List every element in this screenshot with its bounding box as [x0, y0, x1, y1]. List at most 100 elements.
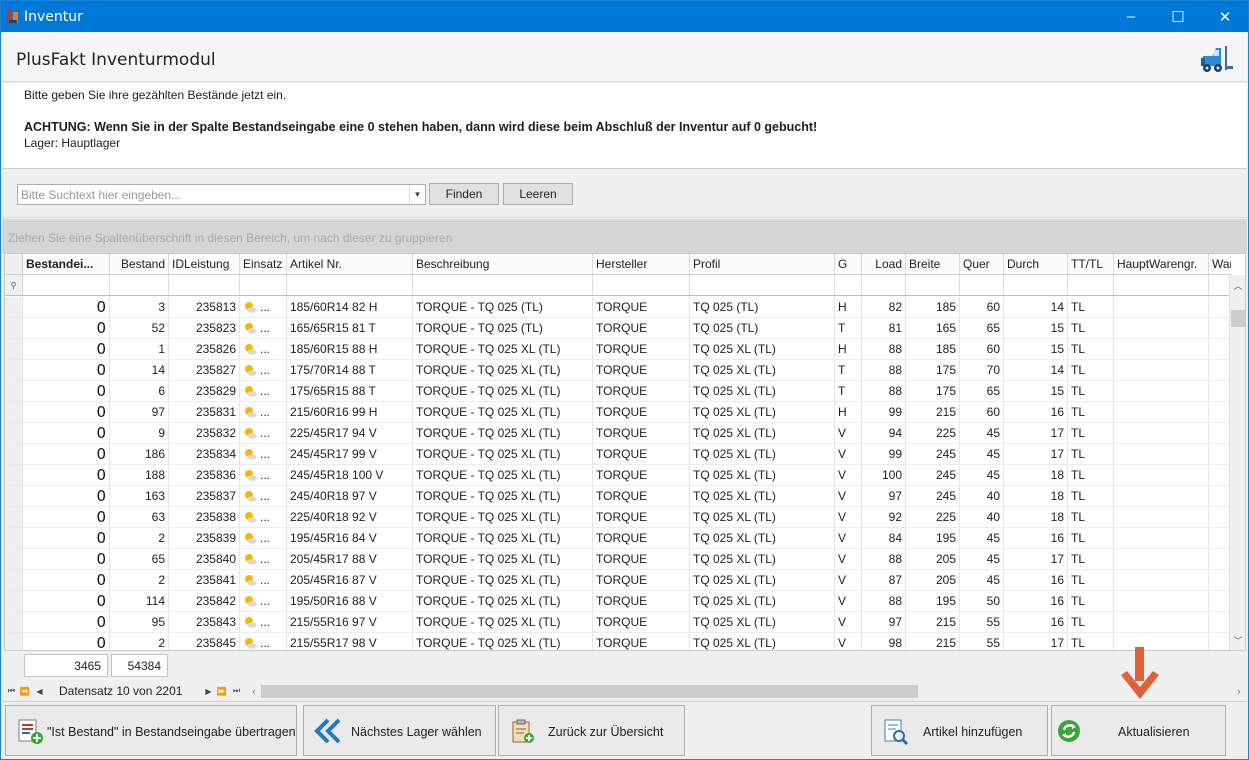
table-row[interactable]: 0 6 235829... 175/65R15 88 T TORQUE - TQ 025…: [5, 381, 1231, 402]
group-by-panel[interactable]: Ziehen Sie eine Spaltenüberschrift in di…: [2, 219, 1247, 253]
filter-cell[interactable]: [862, 275, 906, 295]
minimize-button[interactable]: –: [1108, 1, 1154, 32]
table-row[interactable]: 0 3 235813... 185/60R14 82 H TORQUE - TQ 025…: [5, 297, 1231, 318]
scroll-up-icon[interactable]: ︿: [1230, 277, 1245, 293]
table-row[interactable]: 0 114 235842... 195/50R16 88 V TORQUE - TQ 0…: [5, 591, 1231, 612]
table-row[interactable]: 0 186 235834... 245/45R17 99 V TORQUE - TQ 0…: [5, 444, 1231, 465]
last-record-icon[interactable]: ⏭: [231, 684, 242, 698]
maximize-button[interactable]: ☐: [1155, 1, 1201, 32]
column-header-bestandseingabe[interactable]: Bestandei...: [23, 254, 110, 274]
previous-page-icon[interactable]: ⏪: [19, 684, 30, 698]
vertical-scroll-thumb[interactable]: [1231, 310, 1245, 327]
transfer-stock-button[interactable]: "Ist Bestand" in Bestandseingabe übertra…: [5, 705, 297, 756]
filter-cell[interactable]: [960, 275, 1004, 295]
filter-cell[interactable]: [1209, 275, 1231, 295]
horizontal-scrollbar[interactable]: ‹ ›: [248, 683, 1245, 699]
scroll-left-icon[interactable]: ‹: [248, 684, 260, 698]
cell-bestandseingabe[interactable]: 0: [23, 360, 110, 380]
cell-bestandseingabe[interactable]: 0: [23, 549, 110, 569]
sum-bestand: 54384: [111, 654, 168, 677]
table-row[interactable]: 0 188 235836... 245/45R18 100 V TORQUE - TQ …: [5, 465, 1231, 486]
search-input[interactable]: [18, 185, 408, 204]
column-header-profil[interactable]: Profil: [690, 254, 835, 274]
scroll-right-icon[interactable]: ›: [1233, 684, 1245, 698]
grid-filter-row[interactable]: ⚲: [5, 275, 1231, 296]
search-combobox[interactable]: ▼: [17, 184, 426, 205]
previous-record-icon[interactable]: ◀: [34, 684, 45, 698]
cell-bestandseingabe[interactable]: 0: [23, 465, 110, 485]
table-row[interactable]: 0 2 235845... 215/55R17 98 V TORQUE - TQ 025…: [5, 633, 1231, 650]
table-row[interactable]: 0 2 235841... 205/45R16 87 V TORQUE - TQ 025…: [5, 570, 1231, 591]
filter-cell[interactable]: [1068, 275, 1114, 295]
app-icon: [8, 10, 18, 23]
column-header-breite[interactable]: Breite: [906, 254, 960, 274]
horizontal-scroll-thumb[interactable]: [261, 685, 918, 698]
cell-bestandseingabe[interactable]: 0: [23, 591, 110, 611]
column-header-idleistung[interactable]: IDLeistung: [169, 254, 240, 274]
column-header-bestand[interactable]: Bestand: [110, 254, 169, 274]
cell-bestandseingabe[interactable]: 0: [23, 444, 110, 464]
next-record-icon[interactable]: ▶: [203, 684, 214, 698]
column-header-hauptwarengr[interactable]: HauptWarengr.: [1114, 254, 1209, 274]
cell-bestandseingabe[interactable]: 0: [23, 381, 110, 401]
scroll-down-icon[interactable]: ﹀: [1230, 632, 1245, 648]
back-to-overview-button[interactable]: Zurück zur Übersicht: [498, 705, 685, 756]
column-header-durch[interactable]: Durch: [1004, 254, 1068, 274]
cell-einsatz: ...: [240, 318, 287, 338]
column-header-artikel-nr[interactable]: Artikel Nr.: [287, 254, 413, 274]
filter-cell[interactable]: [23, 275, 110, 295]
table-row[interactable]: 0 97 235831... 215/60R16 99 H TORQUE - TQ 02…: [5, 402, 1231, 423]
column-header-waren[interactable]: Waren: [1209, 254, 1231, 274]
find-button[interactable]: Finden: [429, 183, 499, 205]
cell-bestandseingabe[interactable]: 0: [23, 297, 110, 317]
next-store-button[interactable]: Nächstes Lager wählen: [303, 705, 496, 756]
cell-bestandseingabe[interactable]: 0: [23, 423, 110, 443]
table-row[interactable]: 0 9 235832... 225/45R17 94 V TORQUE - TQ 025…: [5, 423, 1231, 444]
table-row[interactable]: 0 1 235826... 185/60R15 88 H TORQUE - TQ 025…: [5, 339, 1231, 360]
filter-cell[interactable]: [906, 275, 960, 295]
next-page-icon[interactable]: ⏩: [216, 684, 227, 698]
cell-bestandseingabe[interactable]: 0: [23, 486, 110, 506]
add-article-button[interactable]: Artikel hinzufügen: [871, 705, 1048, 756]
table-row[interactable]: 0 52 235823... 165/65R15 81 T TORQUE - TQ 02…: [5, 318, 1231, 339]
column-header-load[interactable]: Load: [862, 254, 906, 274]
table-row[interactable]: 0 14 235827... 175/70R14 88 T TORQUE - TQ 02…: [5, 360, 1231, 381]
column-header-einsatz[interactable]: Einsatz: [240, 254, 287, 274]
filter-cell[interactable]: [413, 275, 593, 295]
column-header-beschreibung[interactable]: Beschreibung: [413, 254, 593, 274]
cell-bestandseingabe[interactable]: 0: [23, 612, 110, 632]
filter-cell[interactable]: [169, 275, 240, 295]
column-header-tt-tl[interactable]: TT/TL: [1068, 254, 1114, 274]
filter-cell[interactable]: [287, 275, 413, 295]
column-header-g[interactable]: G: [835, 254, 862, 274]
refresh-button[interactable]: Aktualisieren: [1051, 705, 1226, 756]
clear-button[interactable]: Leeren: [503, 183, 573, 205]
filter-cell[interactable]: [1004, 275, 1068, 295]
table-row[interactable]: 0 163 235837... 245/40R18 97 V TORQUE - TQ 0…: [5, 486, 1231, 507]
column-header-quer[interactable]: Quer: [960, 254, 1004, 274]
einsatz-text: ...: [260, 552, 271, 566]
cell-bestandseingabe[interactable]: 0: [23, 402, 110, 422]
filter-cell[interactable]: [690, 275, 835, 295]
cell-bestandseingabe[interactable]: 0: [23, 633, 110, 650]
filter-cell[interactable]: [1114, 275, 1209, 295]
filter-cell[interactable]: [593, 275, 690, 295]
table-row[interactable]: 0 95 235843... 215/55R16 97 V TORQUE - TQ 02…: [5, 612, 1231, 633]
first-record-icon[interactable]: ⏮: [6, 684, 17, 698]
filter-cell[interactable]: [240, 275, 287, 295]
table-row[interactable]: 0 2 235839... 195/45R16 84 V TORQUE - TQ 025…: [5, 528, 1231, 549]
row-indicator: [5, 507, 23, 527]
column-header-hersteller[interactable]: Hersteller: [593, 254, 690, 274]
cell-bestandseingabe[interactable]: 0: [23, 570, 110, 590]
dropdown-arrow-icon[interactable]: ▼: [409, 185, 425, 204]
table-row[interactable]: 0 65 235840... 205/45R17 88 V TORQUE - TQ 02…: [5, 549, 1231, 570]
cell-bestandseingabe[interactable]: 0: [23, 528, 110, 548]
cell-bestandseingabe[interactable]: 0: [23, 507, 110, 527]
filter-cell[interactable]: [110, 275, 169, 295]
close-button[interactable]: ✕: [1202, 1, 1248, 32]
cell-bestandseingabe[interactable]: 0: [23, 318, 110, 338]
vertical-scrollbar[interactable]: ︿ ﹀: [1229, 275, 1245, 650]
cell-bestandseingabe[interactable]: 0: [23, 339, 110, 359]
table-row[interactable]: 0 63 235838... 225/40R18 92 V TORQUE - TQ 02…: [5, 507, 1231, 528]
filter-cell[interactable]: [835, 275, 862, 295]
